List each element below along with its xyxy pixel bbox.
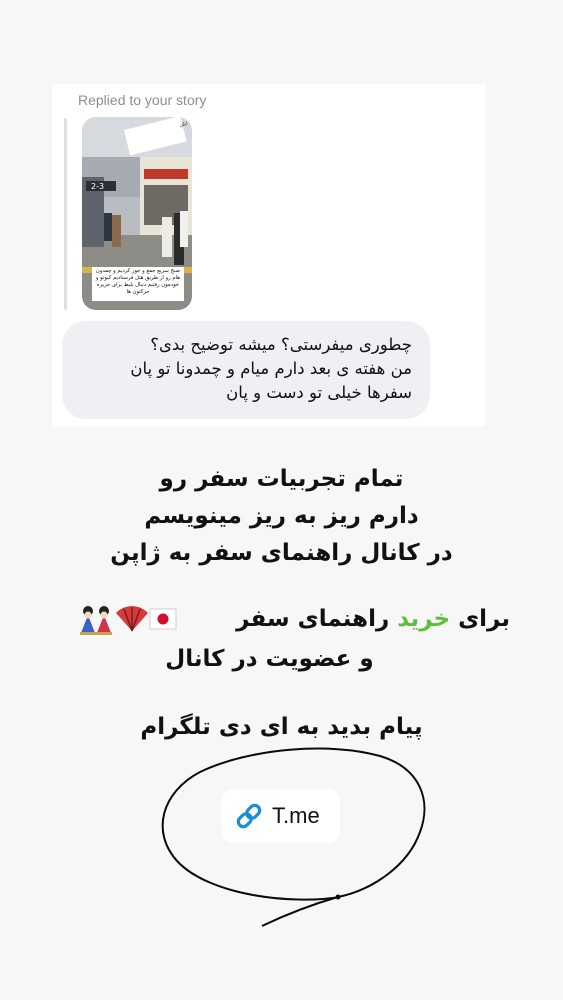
japan-flag-icon [149,608,177,630]
caption-line-4-after: راهنمای سفر [236,606,398,632]
station-sign: 2-3 [91,182,104,191]
message-bubble: چطوری میفرستی؟ میشه توضیح بدی؟ من هفته ی… [62,321,430,419]
replied-header: Replied to your story [78,92,207,108]
emoji-row [80,606,177,635]
caption-line-6: پیام بدید به ای دی تلگرام [140,714,423,740]
link-icon [236,803,262,829]
caption-line-4-before: برای [450,606,510,632]
story-thumbnail[interactable]: 2-3 بهت توصیه میکنم از ایستگاه کابینت ای… [82,117,192,310]
link-label: T.me [272,803,320,828]
caption-line-2: دارم ریز به ریز مینویسم [144,503,419,529]
caption-line-1: تمام تجربیات سفر رو [159,466,404,492]
message-line: چطوری میفرستی؟ میشه توضیح بدی؟ [150,335,412,354]
message-line: سفرها خیلی تو دست و پان [226,383,412,402]
caption-line-3: در کانال راهنمای سفر به ژاپن [110,540,453,566]
quote-bar [64,118,67,310]
message-text: چطوری میفرستی؟ میشه توضیح بدی؟ من هفته ی… [72,333,412,405]
message-line: من هفته ی بعد دارم میام و چمدونا تو پان [130,359,412,378]
telegram-link-sticker[interactable]: T.me [222,789,340,843]
caption-line-5: و عضویت در کانال [165,646,374,672]
folding-fan-icon [116,606,148,632]
hina-dolls-icon [80,606,112,635]
highlight-buy: خرید [397,606,451,632]
station-photo: 2-3 بهت توصیه میکنم از ایستگاه کابینت ای… [82,117,192,310]
story-caption-bottom: صبح سریع جمع و جور کردیم و چمدون هام رو … [95,268,181,295]
